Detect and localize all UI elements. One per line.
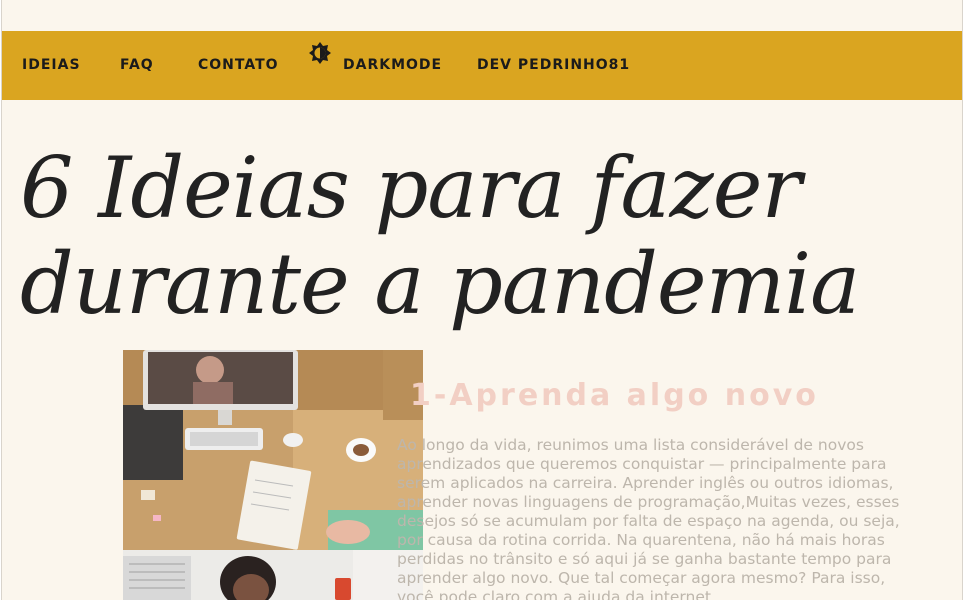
page-title: 6 Ideias para fazer durante a pandemia <box>20 139 860 333</box>
person-video-call-at-desk-photo <box>123 350 423 550</box>
section-body-learn: Ao longo da vida, reunimos uma lista con… <box>397 436 900 600</box>
top-strip <box>2 0 962 31</box>
idea-image-video-call <box>123 350 423 550</box>
page: IDEIAS FAQ CONTATO DARKMODE DEV PEDRINHO… <box>1 0 963 600</box>
nav-link-contato[interactable]: CONTATO <box>198 57 279 73</box>
navbar: IDEIAS FAQ CONTATO DARKMODE DEV PEDRINHO… <box>2 31 962 100</box>
section-title-learn: 1-Aprenda algo novo <box>410 378 819 413</box>
nav-link-ideias[interactable]: IDEIAS <box>22 57 81 73</box>
brightness-contrast-icon[interactable] <box>308 41 332 65</box>
idea-image-phone <box>123 550 423 600</box>
nav-darkmode-toggle[interactable]: DARKMODE <box>343 57 442 73</box>
nav-link-dev[interactable]: DEV PEDRINHO81 <box>477 57 630 73</box>
nav-link-faq[interactable]: FAQ <box>120 57 154 73</box>
person-with-phone-photo <box>123 550 423 600</box>
